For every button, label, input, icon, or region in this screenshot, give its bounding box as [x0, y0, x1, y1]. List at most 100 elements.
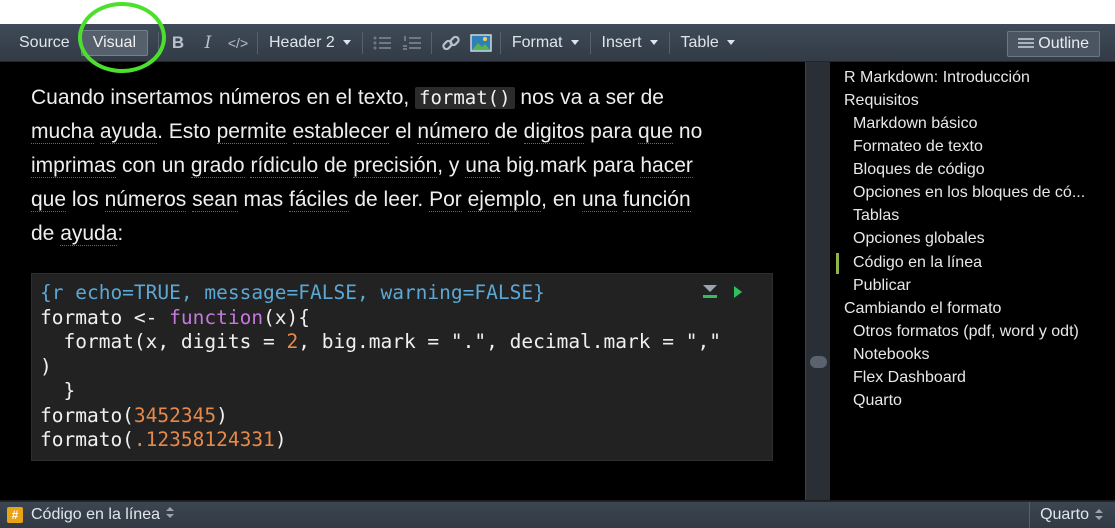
numbered-list-icon[interactable]	[397, 30, 427, 56]
text-run: de leer.	[348, 188, 430, 211]
text-run: . Esto	[157, 120, 217, 143]
spell-word: rídiculo	[250, 154, 319, 178]
run-chunk-icon[interactable]	[734, 286, 742, 298]
code-chunk[interactable]: {r echo=TRUE, message=FALSE, warning=FAL…	[31, 273, 773, 461]
link-icon[interactable]	[436, 30, 466, 56]
header-dropdown[interactable]: Header 2	[262, 30, 358, 56]
visual-editor[interactable]: Cuando insertamos números en el texto, f…	[0, 62, 805, 500]
editor-scrollbar[interactable]	[805, 62, 830, 500]
spell-word: precisión	[353, 154, 438, 178]
outline-item[interactable]: Formateo de texto	[853, 138, 1103, 156]
text-run	[462, 188, 468, 211]
code-line: formato(.12358124331)	[40, 428, 287, 451]
text-run: no	[673, 120, 703, 143]
format-menu-label: Format	[511, 33, 563, 51]
code-token: formato(	[40, 428, 134, 451]
header-dropdown-label: Header 2	[269, 33, 335, 51]
text-run: el	[389, 120, 418, 143]
insert-menu-label: Insert	[601, 33, 642, 51]
code-token: , big.mark = ".", decimal.mark = ","	[298, 330, 721, 353]
spell-word: digitos	[523, 120, 585, 144]
section-hash-icon: #	[7, 507, 23, 523]
visual-mode-button[interactable]: Visual	[80, 29, 148, 56]
code-token: format(x, digits =	[40, 330, 287, 353]
spell-word: imprimas	[31, 154, 117, 178]
spell-word: número	[417, 120, 489, 144]
code-line: formato <- function(x){	[40, 306, 310, 329]
code-token: (x){	[263, 305, 311, 329]
text-run: con un	[116, 154, 191, 177]
chevron-down-icon	[726, 40, 735, 45]
spell-word: que	[31, 188, 67, 212]
outline-item[interactable]: Tablas	[853, 207, 1103, 225]
spell-word: hacer	[640, 154, 693, 178]
toolbar-separator	[499, 31, 501, 54]
spell-word: mucha	[31, 120, 95, 144]
text-run: Cuando insertamos números en el texto,	[31, 86, 416, 109]
outline-button-label: Outline	[1038, 35, 1089, 52]
paragraph: Cuando insertamos números en el texto, f…	[31, 81, 771, 251]
active-item-indicator	[836, 253, 839, 274]
document-type-selector[interactable]: Quarto	[1029, 502, 1115, 528]
outline-item[interactable]: Bloques de código	[853, 161, 1103, 179]
current-section-selector[interactable]: Código en la línea	[31, 506, 174, 524]
spell-word: una	[465, 154, 501, 178]
text-run: para	[584, 120, 639, 143]
outline-item[interactable]: Opciones en los bloques de có...	[853, 184, 1103, 202]
outline-item[interactable]: Opciones globales	[853, 230, 1103, 248]
spell-word: que	[638, 120, 674, 144]
toolbar-separator	[361, 31, 363, 54]
text-run	[287, 120, 293, 143]
source-mode-button[interactable]: Source	[12, 30, 77, 56]
outline-item[interactable]: Cambiando el formato	[844, 300, 1001, 318]
document-type-label: Quarto	[1040, 506, 1089, 523]
updown-arrows-icon	[165, 507, 174, 519]
code-line: )	[40, 354, 52, 378]
outline-item[interactable]: Otros formatos (pdf, word y odt)	[853, 323, 1103, 341]
spell-word: fáciles	[289, 188, 349, 212]
code-line: }	[40, 379, 76, 402]
bullet-list-icon[interactable]	[367, 30, 397, 56]
outline-item[interactable]: Markdown básico	[853, 115, 1103, 133]
bold-icon[interactable]: B	[163, 30, 193, 56]
text-run: de	[488, 120, 524, 143]
code-number: .12358124331	[133, 428, 275, 451]
spell-word: ejemplo	[467, 188, 542, 212]
text-run: big.mark para	[500, 154, 641, 177]
run-previous-chunks-icon[interactable]	[703, 285, 717, 299]
outline-item[interactable]: Flex Dashboard	[853, 369, 1103, 387]
spell-word: números	[104, 188, 187, 212]
italic-icon[interactable]: I	[193, 30, 223, 56]
outline-item-active[interactable]: Código en la línea	[853, 254, 1103, 272]
code-line: formato(3452345)	[40, 404, 228, 427]
image-icon[interactable]	[466, 30, 496, 56]
code-keyword: function	[169, 305, 264, 329]
format-menu[interactable]: Format	[505, 30, 586, 56]
outline-item[interactable]: Notebooks	[853, 346, 1103, 364]
text-run: de	[318, 154, 354, 177]
outline-item[interactable]: R Markdown: Introducción	[844, 69, 1030, 87]
outline-item[interactable]: Requisitos	[844, 92, 919, 110]
spell-word: permite	[216, 120, 287, 144]
chevron-down-icon	[649, 40, 658, 45]
table-menu[interactable]: Table	[674, 30, 742, 56]
text-run: los	[66, 188, 105, 211]
code-icon[interactable]: </>	[223, 30, 253, 56]
scrollbar-thumb[interactable]	[810, 356, 827, 368]
document-outline: R Markdown: Introducción Requisitos Mark…	[830, 62, 1115, 500]
spell-word: función	[622, 188, 691, 212]
code-token: formato(	[40, 403, 134, 427]
spell-word: Por	[429, 188, 462, 212]
spell-word: ayuda	[60, 222, 118, 246]
top-strip	[0, 0, 1115, 24]
toolbar-separator	[158, 31, 159, 54]
chevron-down-icon	[570, 40, 579, 45]
code-token: )	[274, 428, 287, 451]
outline-toggle-button[interactable]: Outline	[1007, 31, 1100, 57]
text-run: , en	[541, 188, 583, 211]
outline-item[interactable]: Publicar	[853, 277, 1103, 295]
outline-item[interactable]: Quarto	[853, 392, 1103, 410]
code-number: 3452345	[133, 403, 217, 427]
insert-menu[interactable]: Insert	[595, 30, 665, 56]
toolbar-separator	[257, 31, 258, 54]
